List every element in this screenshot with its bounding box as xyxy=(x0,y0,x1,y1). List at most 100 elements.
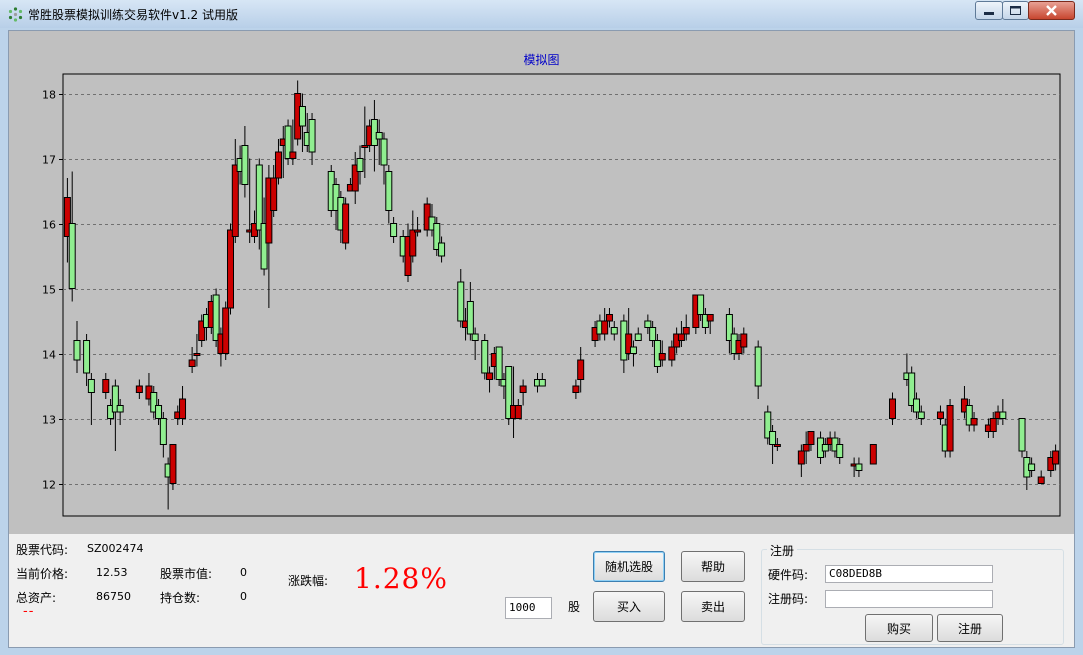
sell-button[interactable]: 卖出 xyxy=(681,591,745,622)
candle-up xyxy=(222,307,230,354)
chart-panel: 模拟图 12 13 14 15 16 17 18 xyxy=(9,31,1074,534)
candle-up xyxy=(936,411,944,419)
candle-down xyxy=(634,333,642,341)
candle-down xyxy=(255,164,263,231)
candle-down xyxy=(821,444,829,452)
candle-down xyxy=(999,411,1007,419)
candle-up xyxy=(188,359,196,367)
title-bar[interactable]: 常胜股票模拟训练交易软件v1.2 试用版 xyxy=(0,0,1083,28)
candle-down xyxy=(836,444,844,458)
candle-up xyxy=(706,314,714,322)
close-button[interactable] xyxy=(1028,1,1075,20)
total-assets-value: 86750 xyxy=(96,590,131,603)
candle-up xyxy=(572,385,580,393)
y-tick-label: 16 xyxy=(42,219,56,232)
candle-up xyxy=(169,444,177,484)
market-value-label: 股票市值: xyxy=(160,567,213,581)
market-value-value: 0 xyxy=(240,566,247,579)
window-title: 常胜股票模拟训练交易软件v1.2 试用版 xyxy=(28,8,239,22)
candle-down xyxy=(68,223,76,289)
candle-up xyxy=(577,359,585,380)
stock-code-value: SZ002474 xyxy=(87,542,144,555)
current-price-label: 当前价格: xyxy=(16,567,69,581)
candle-up xyxy=(889,398,896,419)
quantity-input[interactable]: 1000 xyxy=(505,597,552,619)
candle-down xyxy=(466,301,474,335)
candle-up xyxy=(519,385,527,393)
candle-up xyxy=(102,379,110,393)
candle-down xyxy=(116,405,124,413)
candle-down xyxy=(159,418,167,445)
app-window: 常胜股票模拟训练交易软件v1.2 试用版 模拟图 12 13 14 15 16 17 18 … xyxy=(0,0,1083,655)
candle-up xyxy=(970,418,978,426)
candle-down xyxy=(83,340,91,374)
app-logo-icon xyxy=(8,7,23,22)
y-tick-label: 14 xyxy=(42,349,56,362)
y-tick-label: 17 xyxy=(42,154,56,167)
candle-up xyxy=(773,444,781,447)
candle-up xyxy=(342,203,350,244)
plot-frame xyxy=(62,73,1061,517)
help-button[interactable]: 帮助 xyxy=(681,551,745,582)
buy-button[interactable]: 买入 xyxy=(593,591,665,622)
candle-down xyxy=(538,379,546,387)
candle-down xyxy=(610,327,618,335)
holdings-label: 持仓数: xyxy=(160,591,201,605)
candle-down xyxy=(754,346,762,387)
candle-up xyxy=(682,327,690,335)
candle-down xyxy=(917,411,925,419)
register-group-title: 注册 xyxy=(767,542,798,559)
purchase-button[interactable]: 购买 xyxy=(865,614,933,642)
register-code-input[interactable] xyxy=(825,590,993,608)
candle-up xyxy=(409,229,417,257)
current-price-value: 12.53 xyxy=(96,566,128,579)
maximize-icon xyxy=(1010,6,1021,15)
change-percent-label: 涨跌幅: xyxy=(288,574,329,588)
register-button[interactable]: 注册 xyxy=(937,614,1003,642)
candlestick-chart: 12 13 14 15 16 17 18 xyxy=(42,73,1061,517)
candle-down xyxy=(241,145,249,185)
candle-down xyxy=(438,242,446,257)
candle-up xyxy=(658,353,666,361)
candle-up xyxy=(668,346,676,361)
candle-up xyxy=(946,405,954,452)
shares-unit-label: 股 xyxy=(568,600,581,614)
candle-down xyxy=(380,138,388,166)
candle-up xyxy=(514,405,522,419)
candle-down xyxy=(385,171,393,211)
random-select-button[interactable]: 随机选股 xyxy=(593,551,665,582)
maximize-button[interactable] xyxy=(1002,1,1029,20)
candle-up xyxy=(807,431,815,445)
candle-down xyxy=(855,463,863,471)
hardware-code-field[interactable]: C08DED8B xyxy=(825,565,993,583)
candle-down xyxy=(471,333,479,341)
stock-code-label: 股票代码: xyxy=(16,543,69,557)
register-code-label: 注册码: xyxy=(768,592,809,606)
candle-down xyxy=(356,158,364,172)
candle-up xyxy=(274,151,282,179)
candle-down xyxy=(308,119,316,153)
status-indicator: -- xyxy=(23,604,35,619)
candle-up xyxy=(1052,450,1060,465)
candle-down xyxy=(87,379,95,393)
candle-down xyxy=(697,294,705,315)
change-percent-value: 1.28% xyxy=(354,562,448,595)
total-assets-label: 总资产: xyxy=(16,591,57,605)
candle-up xyxy=(1037,476,1045,484)
candle-up xyxy=(193,353,201,356)
y-tick-label: 13 xyxy=(42,414,56,427)
candle-up xyxy=(605,314,613,322)
holdings-value: 0 xyxy=(240,590,247,603)
candle-down xyxy=(298,106,306,127)
candle-up xyxy=(802,444,810,452)
candle-up xyxy=(179,398,187,419)
candle-down xyxy=(1028,463,1036,471)
candle-down xyxy=(769,431,777,445)
candle-down xyxy=(1018,418,1026,452)
client-area: 模拟图 12 13 14 15 16 17 18 股票代码: SZ002474 当前价格: … xyxy=(8,30,1075,648)
candle-up xyxy=(677,333,685,341)
candle-up xyxy=(486,372,494,380)
minimize-button[interactable] xyxy=(975,1,1003,20)
candle-up xyxy=(135,385,143,393)
y-tick-label: 15 xyxy=(42,284,56,297)
